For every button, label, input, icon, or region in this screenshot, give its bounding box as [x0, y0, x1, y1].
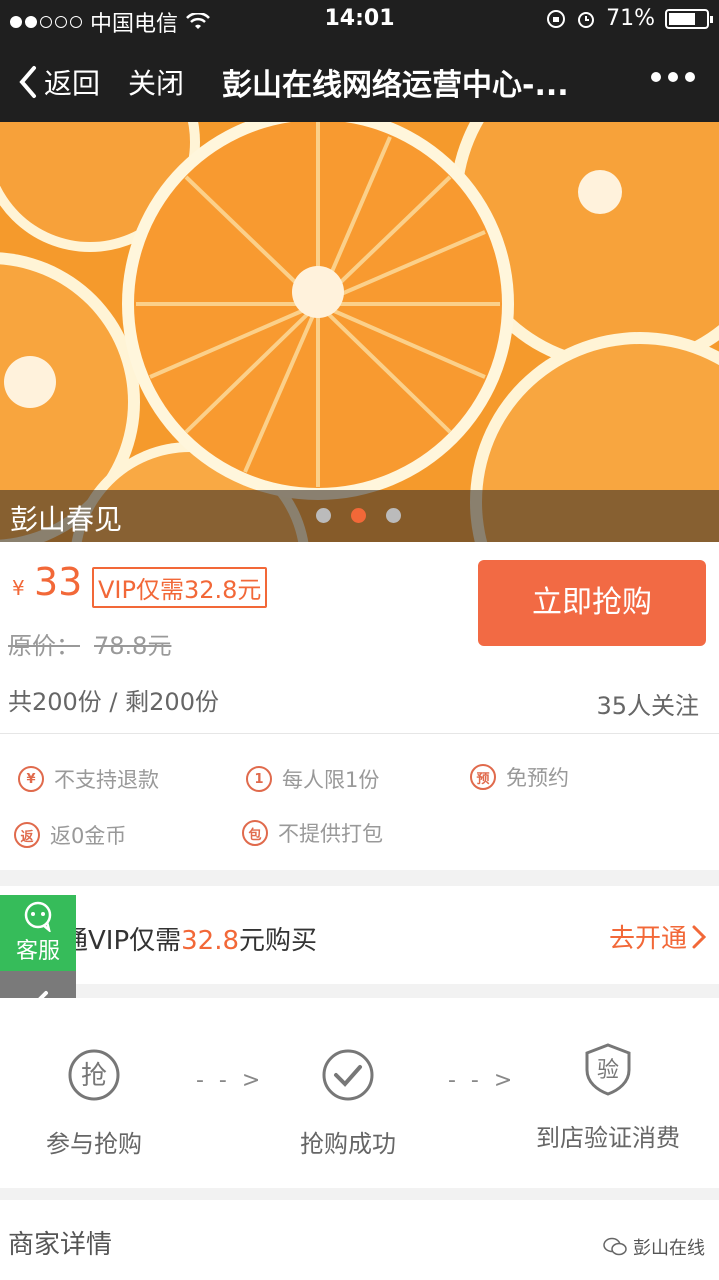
- check-circle-icon: [322, 1049, 374, 1101]
- vip-upsell-text: 开通VIP仅需32.8元购买: [36, 920, 317, 957]
- coin-return-icon: 返: [14, 822, 40, 848]
- original-price-label: 原价：: [8, 632, 80, 660]
- chat-bubble-icon: [24, 901, 52, 934]
- term-coin-return: 返 返0金币: [14, 820, 126, 850]
- step-success: 抢购成功: [294, 1048, 402, 1159]
- watermark-text: 彭山在线: [633, 1238, 705, 1259]
- step-label: 参与抢购: [46, 1130, 142, 1158]
- nav-bar: 返回 关闭 彭山在线网络运营中心-...: [0, 40, 719, 122]
- term-no-refund: ¥ 不支持退款: [18, 764, 159, 794]
- wechat-icon: [603, 1237, 627, 1256]
- back-button[interactable]: 返回: [18, 62, 100, 102]
- customer-service-button[interactable]: 客服: [0, 895, 76, 971]
- vip-price-highlight: 32.8: [181, 926, 240, 956]
- verify-shield-icon: 验: [585, 1043, 631, 1096]
- step-arrow: - - >: [196, 1068, 265, 1093]
- battery-percent: 71%: [606, 6, 655, 31]
- buy-now-button[interactable]: 立即抢购: [478, 560, 706, 646]
- term-label: 每人限1份: [282, 768, 380, 792]
- chevron-left-icon: [19, 66, 36, 98]
- more-dot-icon: [651, 72, 661, 82]
- follower-count: 35人关注: [596, 692, 699, 720]
- vip-price-tag: VIP仅需32.8元: [92, 567, 268, 608]
- alarm-icon: [578, 11, 595, 28]
- currency-symbol: ¥: [12, 576, 25, 600]
- battery-icon: [665, 8, 713, 29]
- stock-count: 共200份 / 剩200份: [8, 688, 219, 716]
- vip-suffix: 元购买: [239, 926, 318, 956]
- more-menu-button[interactable]: [651, 72, 695, 82]
- chevron-right-icon: [692, 925, 707, 948]
- price-panel: ¥ 33 VIP仅需32.8元 原价： 78.8元 立即抢购 共200份 / 剩2…: [0, 542, 719, 734]
- carousel-indicator[interactable]: [316, 508, 401, 523]
- term-label: 不提供打包: [278, 822, 383, 846]
- customer-service-label: 客服: [15, 939, 60, 964]
- step-participate: 抢 参与抢购: [40, 1048, 148, 1159]
- original-price-value: 78.8元: [94, 632, 172, 660]
- product-name: 彭山春见: [10, 503, 123, 536]
- svg-text:验: 验: [597, 1058, 619, 1083]
- current-price: 33: [34, 560, 83, 604]
- term-label: 不支持退款: [54, 768, 159, 792]
- orange-slices-image: [0, 122, 719, 542]
- purchase-terms: ¥ 不支持退款 1 每人限1份 预 免预约 返 返0金币 包 不提供打包: [0, 734, 719, 870]
- status-bar: 中国电信 14:01 71%: [0, 0, 719, 40]
- no-refund-icon: ¥: [18, 766, 44, 792]
- rotation-lock-icon: [547, 9, 566, 28]
- no-packing-icon: 包: [242, 820, 268, 846]
- close-button[interactable]: 关闭: [128, 62, 184, 102]
- term-no-reservation: 预 免预约: [470, 762, 569, 792]
- activate-vip-label: 去开通: [608, 924, 687, 954]
- merchant-details-title: 商家详情: [8, 1230, 113, 1260]
- purchase-flow: 抢 参与抢购 - - > 抢购成功 - - > 验 到店验证消费: [0, 998, 719, 1188]
- term-limit-one: 1 每人限1份: [246, 764, 379, 794]
- product-banner[interactable]: 彭山春见: [0, 122, 719, 542]
- limit-one-icon: 1: [246, 766, 272, 792]
- term-label: 免预约: [506, 766, 569, 790]
- no-reservation-icon: 预: [470, 764, 496, 790]
- page-title: 彭山在线网络运营中心-...: [222, 68, 569, 103]
- original-price: 原价： 78.8元: [8, 626, 171, 661]
- step-arrow: - - >: [448, 1068, 517, 1093]
- activate-vip-link[interactable]: 去开通: [609, 918, 707, 955]
- carousel-dot-3[interactable]: [386, 508, 401, 523]
- term-no-packing: 包 不提供打包: [242, 818, 383, 848]
- step-verify: 验 到店验证消费: [526, 1042, 690, 1153]
- more-dot-icon: [685, 72, 695, 82]
- carousel-dot-2[interactable]: [351, 508, 366, 523]
- status-right: 71%: [546, 6, 713, 31]
- more-dot-icon: [668, 72, 678, 82]
- merchant-details[interactable]: 商家详情 彭山在线: [0, 1200, 719, 1280]
- term-label: 返0金币: [50, 824, 127, 848]
- banner-caption-bar: 彭山春见: [0, 490, 719, 542]
- step-label: 到店验证消费: [536, 1124, 680, 1152]
- vip-upsell-bar[interactable]: 开通VIP仅需32.8元购买 去开通: [0, 886, 719, 984]
- step-label: 抢购成功: [300, 1130, 396, 1158]
- svg-text:抢: 抢: [81, 1061, 107, 1091]
- back-label: 返回: [44, 67, 101, 100]
- carousel-dot-1[interactable]: [316, 508, 331, 523]
- watermark: 彭山在线: [603, 1234, 705, 1260]
- grab-icon: 抢: [68, 1049, 120, 1101]
